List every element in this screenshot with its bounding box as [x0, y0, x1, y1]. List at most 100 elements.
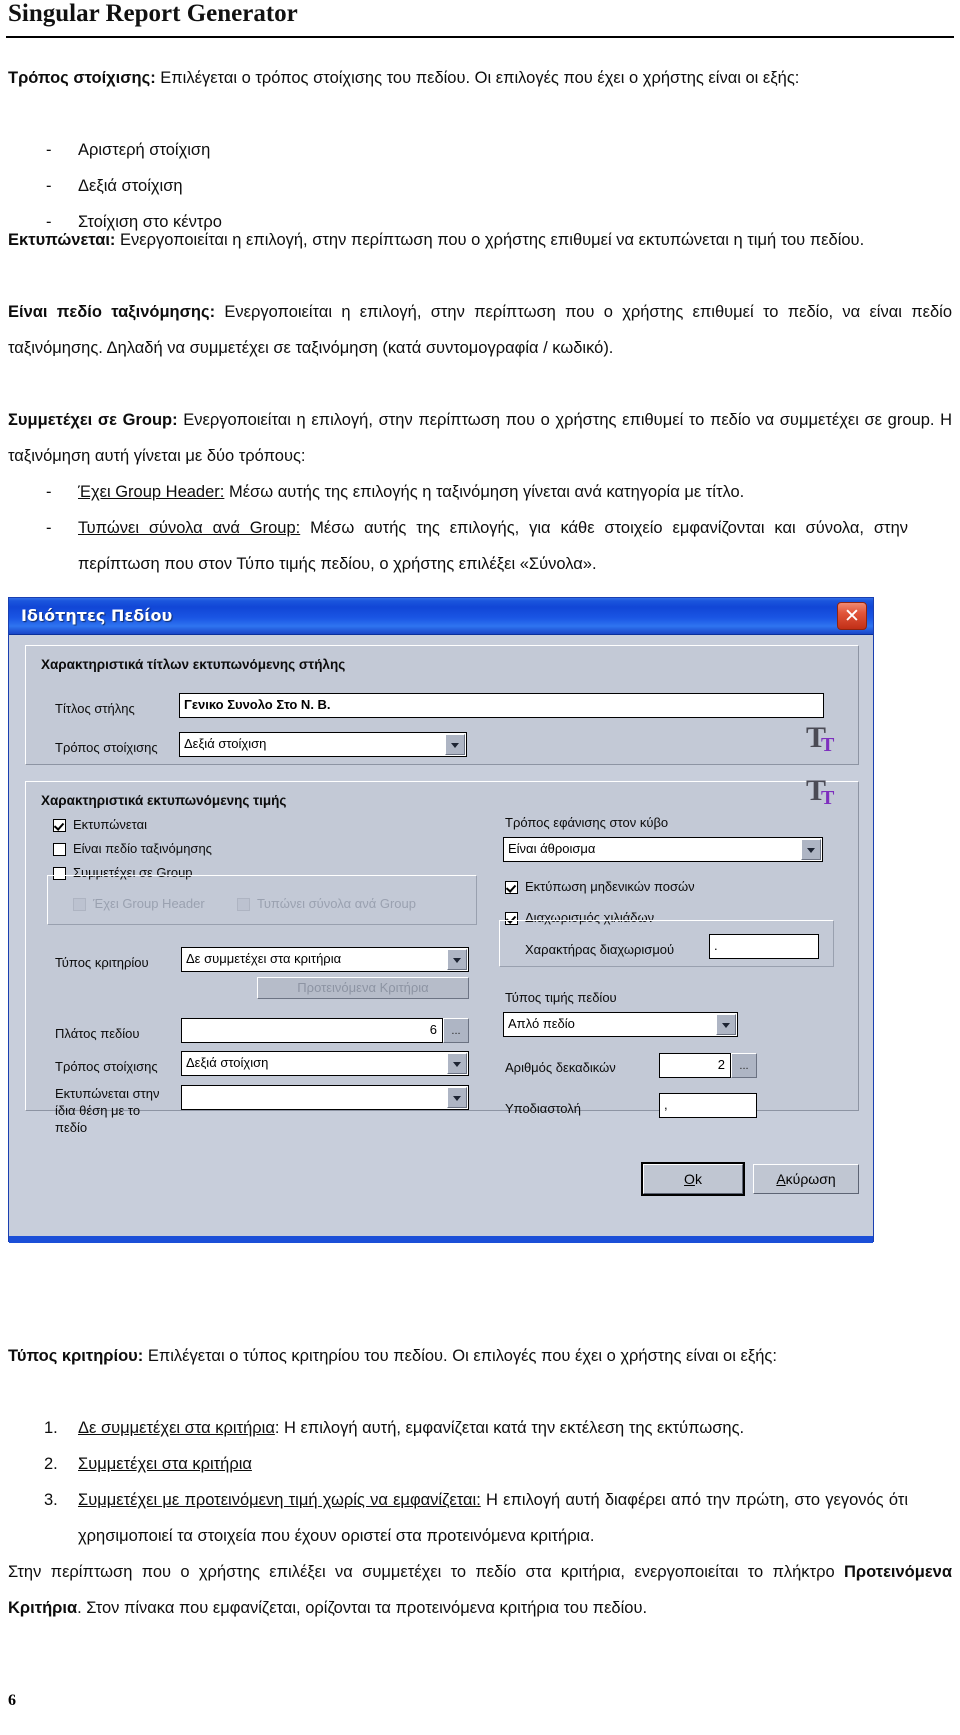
criteria-type-select[interactable]: Δε συμμετέχει στα κριτήρια	[181, 947, 469, 972]
paragraph-criteria-type-text: Επιλέγεται ο τύπος κριτηρίου του πεδίου.…	[143, 1347, 777, 1365]
list-item-label: Δεξιά στοίχιση	[78, 177, 183, 195]
font-title-icon[interactable]: T T	[804, 721, 838, 759]
paragraph-alignment-lead: Τρόπος στοίχισης:	[8, 69, 156, 87]
cube-display-value: Είναι άθροισμα	[508, 841, 596, 856]
dialog-title: Ιδιότητες Πεδίου	[21, 606, 173, 625]
list-item-label: : Η επιλογή αυτή, εμφανίζεται κατά την ε…	[274, 1419, 745, 1437]
group-column-title-label: Χαρακτηριστικά τίτλων εκτυπωνόμενης στήλ…	[41, 657, 346, 672]
chevron-down-icon[interactable]	[447, 949, 467, 970]
cancel-button-label: κύρωση	[785, 1171, 836, 1187]
decimals-browse-button[interactable]: ...	[731, 1053, 757, 1078]
field-width-browse-button[interactable]: ...	[443, 1018, 469, 1043]
value-type-value: Απλό πεδίο	[508, 1016, 575, 1031]
list-item-link[interactable]: Τυπώνει σύνολα ανά Group:	[78, 519, 300, 537]
paragraph-print: Εκτυπώνεται: Ενεργοποιείται η επιλογή, σ…	[8, 222, 952, 258]
paragraph-closing-part2: . Στον πίνακα που εμφανίζεται, ορίζονται…	[77, 1599, 648, 1617]
column-title-input[interactable]: Γενικο Συνολο Στο Ν. Β.	[179, 693, 824, 718]
dialog-bottom-band	[9, 1236, 873, 1243]
same-position-select[interactable]	[181, 1085, 469, 1110]
value-type-label: Τύπος τιμής πεδίου	[505, 990, 617, 1005]
checkbox-print-zero-amounts-label: Εκτύπωση μηδενικών ποσών	[525, 879, 695, 894]
paragraph-group-lead: Συμμετέχει σε Group:	[8, 411, 178, 429]
cancel-button-accel: Α	[776, 1171, 786, 1187]
paragraph-criteria-type: Τύπος κριτηρίου: Επιλέγεται ο τύπος κριτ…	[8, 1338, 952, 1374]
field-width-label: Πλάτος πεδίου	[55, 1026, 140, 1041]
checkbox-print-label: Εκτυπώνεται	[73, 817, 148, 832]
paragraph-alignment-text: Επιλέγεται ο τρόπος στοίχισης του πεδίου…	[155, 69, 800, 87]
decimals-input[interactable]: 2	[659, 1053, 731, 1078]
list-item-number: 3.	[44, 1491, 58, 1509]
font-value-icon[interactable]: T T	[804, 774, 838, 812]
list-item-link[interactable]: Έχει Group Header:	[78, 483, 224, 501]
cube-display-label: Τρόπος εφάνισης στον κύβο	[505, 815, 669, 830]
chevron-down-icon[interactable]	[445, 734, 465, 755]
value-type-select[interactable]: Απλό πεδίο	[503, 1012, 738, 1037]
title-align-label: Τρόπος στοίχισης	[55, 740, 158, 755]
paragraph-sort-field-lead: Είναι πεδίο ταξινόμησης:	[8, 303, 216, 321]
paragraph-sort-field: Είναι πεδίο ταξινόμησης: Ενεργοποιείται …	[8, 294, 952, 366]
ok-button[interactable]: Ok	[641, 1162, 745, 1196]
criteria-type-label: Τύπος κριτηρίου	[55, 955, 149, 970]
list-item: 3. Συμμετέχει με προτεινόμενη τιμή χωρίς …	[0, 1482, 930, 1554]
close-icon[interactable]: ✕	[837, 602, 867, 630]
checkbox-prints-totals-label: Τυπώνει σύνολα ανά Group	[257, 896, 416, 911]
chevron-down-icon[interactable]	[801, 839, 821, 860]
checkbox-is-sort-field[interactable]	[53, 843, 66, 856]
checkbox-has-group-header[interactable]	[73, 898, 86, 911]
dialog-titlebar[interactable]: Ιδιότητες Πεδίου ✕	[9, 598, 873, 635]
decimal-point-input[interactable]: ,	[659, 1093, 757, 1118]
column-title-label: Τίτλος στήλης	[55, 701, 135, 716]
paragraph-closing-part1: Στην περίπτωση που ο χρήστης επιλέξει να…	[8, 1563, 844, 1581]
document-header: Singular Report Generator	[0, 0, 960, 42]
value-align-select[interactable]: Δεξιά στοίχιση	[181, 1051, 469, 1076]
header-divider	[6, 36, 954, 38]
decimals-label: Αριθμός δεκαδικών	[505, 1060, 616, 1075]
group-printed-value-label: Χαρακτηριστικά εκτυπωνόμενης τιμής	[41, 793, 287, 808]
paragraph-closing: Στην περίπτωση που ο χρήστης επιλέξει να…	[8, 1554, 952, 1626]
ok-button-accel: O	[684, 1171, 695, 1187]
criteria-options-list: 1. Δε συμμετέχει στα κριτήρια: Η επιλογή …	[0, 1410, 930, 1554]
checkbox-print[interactable]	[53, 819, 66, 832]
cancel-button[interactable]: Ακύρωση	[753, 1164, 859, 1194]
field-properties-dialog[interactable]: Ιδιότητες Πεδίου ✕ Χαρακτηριστικά τίτλων…	[8, 597, 874, 1243]
suggested-criteria-button[interactable]: Προτεινόμενα Κριτήρια	[257, 977, 469, 999]
same-position-label: Εκτυπώνεται στην ίδια θέση με το πεδίο	[55, 1086, 160, 1135]
paragraph-criteria-type-lead: Τύπος κριτηρίου:	[8, 1347, 144, 1365]
list-item-link[interactable]: Συμμετέχει με προτεινόμενη τιμή χωρίς να…	[78, 1491, 481, 1509]
dash-bullet: -	[46, 519, 52, 537]
dash-bullet: -	[46, 483, 52, 501]
field-width-input[interactable]: 6	[181, 1018, 443, 1043]
ok-button-label: k	[694, 1171, 702, 1187]
list-item-label: Αριστερή στοίχιση	[78, 141, 211, 159]
list-item-link[interactable]: Συμμετέχει στα κριτήρια	[78, 1455, 252, 1473]
group-options-list: - Έχει Group Header: Μέσω αυτής της επιλο…	[0, 474, 930, 582]
chevron-down-icon[interactable]	[447, 1087, 467, 1108]
paragraph-alignment: Τρόπος στοίχισης: Επιλέγεται ο τρόπος στ…	[8, 60, 952, 96]
checkbox-has-group-header-label: Έχει Group Header	[93, 896, 205, 911]
paragraph-print-lead: Εκτυπώνεται:	[8, 231, 116, 249]
dialog-body: Χαρακτηριστικά τίτλων εκτυπωνόμενης στήλ…	[9, 635, 873, 1243]
title-align-value: Δεξιά στοίχιση	[184, 736, 267, 751]
dash-bullet: -	[46, 177, 52, 195]
chevron-down-icon[interactable]	[447, 1053, 467, 1074]
list-item: - Έχει Group Header: Μέσω αυτής της επιλο…	[0, 474, 930, 510]
page-number: 6	[8, 1692, 16, 1709]
checkbox-prints-totals[interactable]	[237, 898, 250, 911]
separator-char-label: Χαρακτήρας διαχωρισμού	[525, 942, 675, 957]
font-icon-glyph-sub: T	[821, 787, 835, 809]
value-align-label: Τρόπος στοίχισης	[55, 1059, 158, 1074]
paragraph-print-text: Ενεργοποιείται η επιλογή, στην περίπτωση…	[115, 231, 865, 249]
criteria-type-value: Δε συμμετέχει στα κριτήρια	[186, 951, 342, 966]
list-item-number: 1.	[44, 1419, 58, 1437]
cube-display-select[interactable]: Είναι άθροισμα	[503, 837, 823, 862]
value-align-value: Δεξιά στοίχιση	[186, 1055, 269, 1070]
paragraph-group: Συμμετέχει σε Group: Ενεργοποιείται η επ…	[8, 402, 952, 474]
title-align-select[interactable]: Δεξιά στοίχιση	[179, 732, 467, 757]
separator-char-input[interactable]: .	[709, 934, 819, 959]
list-item-link[interactable]: Δε συμμετέχει στα κριτήρια	[78, 1419, 275, 1437]
decimal-point-label: Υποδιαστολή	[505, 1101, 582, 1116]
list-item: 1. Δε συμμετέχει στα κριτήρια: Η επιλογή …	[0, 1410, 930, 1446]
chevron-down-icon[interactable]	[716, 1014, 736, 1035]
list-item: - Δεξιά στοίχιση	[0, 168, 930, 204]
checkbox-print-zero-amounts[interactable]	[505, 881, 518, 894]
